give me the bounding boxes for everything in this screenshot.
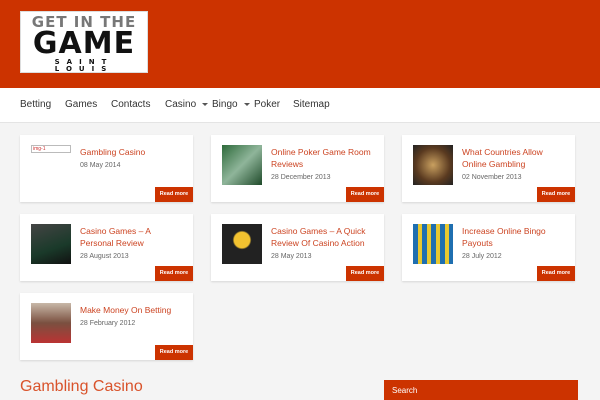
read-more-button[interactable]: Read more <box>155 187 193 202</box>
post-date: 28 February 2012 <box>80 320 136 327</box>
post-thumbnail[interactable] <box>31 224 71 264</box>
post-title[interactable]: Casino Games – A Quick Review Of Casino … <box>271 225 376 249</box>
post-thumbnail[interactable] <box>222 224 262 264</box>
post-card: What Countries Allow Online Gambling 02 … <box>402 135 575 202</box>
post-thumbnail[interactable] <box>31 303 71 343</box>
post-thumbnail[interactable]: img-1 <box>31 145 71 153</box>
post-title[interactable]: Casino Games – A Personal Review <box>80 225 185 249</box>
post-thumbnail[interactable] <box>413 145 453 185</box>
site-logo[interactable]: GET IN THE GAME SAINT LOUIS <box>20 11 148 73</box>
post-card: Increase Online Bingo Payouts 28 July 20… <box>402 214 575 281</box>
nav-games[interactable]: Games <box>65 99 97 110</box>
post-date: 02 November 2013 <box>462 174 522 181</box>
main-nav: Betting Games Contacts Casino Bingo Poke… <box>0 88 600 123</box>
post-title[interactable]: Increase Online Bingo Payouts <box>462 225 567 249</box>
read-more-button[interactable]: Read more <box>155 345 193 360</box>
chevron-down-icon <box>243 102 250 106</box>
read-more-button[interactable]: Read more <box>537 266 575 281</box>
read-more-button[interactable]: Read more <box>537 187 575 202</box>
post-date: 08 May 2014 <box>80 162 121 169</box>
search-input[interactable] <box>384 380 578 400</box>
nav-betting[interactable]: Betting <box>20 99 51 110</box>
read-more-button[interactable]: Read more <box>346 266 384 281</box>
post-date: 28 May 2013 <box>271 253 312 260</box>
post-date: 28 December 2013 <box>271 174 331 181</box>
nav-bingo[interactable]: Bingo <box>212 99 250 110</box>
nav-casino[interactable]: Casino <box>165 99 209 110</box>
post-card: Make Money On Betting 28 February 2012 R… <box>20 293 193 360</box>
nav-poker[interactable]: Poker <box>254 99 280 110</box>
post-date: 28 August 2013 <box>80 253 129 260</box>
post-thumbnail[interactable] <box>222 145 262 185</box>
post-title[interactable]: Gambling Casino <box>80 146 185 158</box>
nav-contacts[interactable]: Contacts <box>111 99 150 110</box>
post-card: Casino Games – A Personal Review 28 Augu… <box>20 214 193 281</box>
read-more-button[interactable]: Read more <box>155 266 193 281</box>
chevron-down-icon <box>202 102 209 106</box>
post-title[interactable]: Online Poker Game Room Reviews <box>271 146 376 170</box>
post-date: 28 July 2012 <box>462 253 502 260</box>
nav-sitemap[interactable]: Sitemap <box>293 99 330 110</box>
post-thumbnail[interactable] <box>413 224 453 264</box>
page-title: Gambling Casino <box>20 378 143 395</box>
site-header: GET IN THE GAME SAINT LOUIS <box>0 0 600 88</box>
post-card: img-1 Gambling Casino 08 May 2014 Read m… <box>20 135 193 202</box>
post-card: Casino Games – A Quick Review Of Casino … <box>211 214 384 281</box>
post-title[interactable]: What Countries Allow Online Gambling <box>462 146 567 170</box>
post-card: Online Poker Game Room Reviews 28 Decemb… <box>211 135 384 202</box>
post-title[interactable]: Make Money On Betting <box>80 304 185 316</box>
read-more-button[interactable]: Read more <box>346 187 384 202</box>
